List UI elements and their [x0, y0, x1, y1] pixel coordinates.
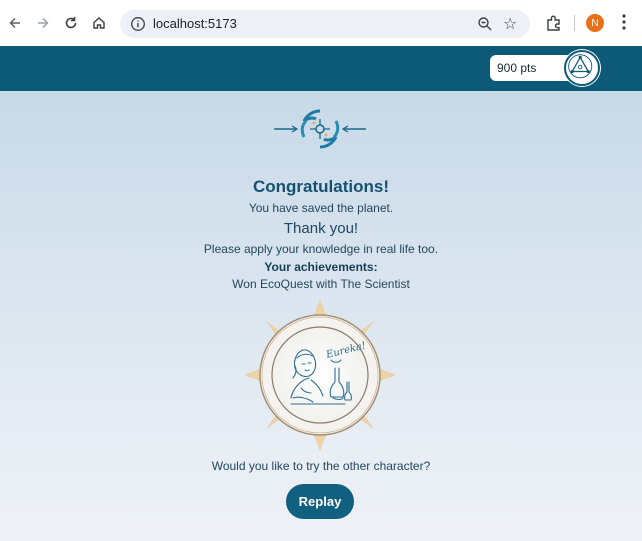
extensions-icon[interactable]	[545, 14, 563, 32]
back-arrow-icon[interactable]	[4, 12, 26, 34]
thank-you-text: Thank you!	[283, 220, 359, 237]
bookmark-star-icon[interactable]: ☆	[503, 14, 517, 34]
site-info-icon[interactable]	[130, 16, 146, 32]
triangle-logo-icon	[568, 54, 593, 79]
congratulations-title: Congratulations!	[253, 177, 389, 196]
toolbar-divider	[574, 15, 575, 31]
points-display: 900 pts	[490, 55, 574, 81]
scientist-badge: Eureka!	[245, 300, 395, 450]
apply-knowledge-text: Please apply your knowledge in real life…	[203, 242, 439, 256]
profile-avatar[interactable]: N	[586, 14, 604, 32]
home-icon[interactable]	[88, 12, 110, 34]
more-menu-icon[interactable]	[619, 12, 629, 32]
app-logo[interactable]	[564, 50, 600, 86]
replay-button[interactable]: Replay	[286, 484, 354, 519]
try-other-character-text: Would you like to try the other characte…	[211, 459, 431, 473]
compass-emblem-icon	[274, 109, 366, 149]
app-header: 900 pts	[0, 46, 642, 91]
url-text[interactable]: localhost:5173	[153, 16, 237, 31]
achievement-item: Won EcoQuest with The Scientist	[232, 277, 410, 291]
forward-arrow-icon[interactable]	[32, 12, 54, 34]
completion-screen: Congratulations! You have saved the plan…	[0, 91, 642, 541]
address-bar[interactable]: localhost:5173 ☆	[120, 10, 530, 38]
reload-icon[interactable]	[60, 12, 82, 34]
browser-toolbar: localhost:5173 ☆ N	[0, 0, 642, 46]
achievements-heading: Your achievements:	[264, 260, 378, 274]
saved-planet-text: You have saved the planet.	[248, 201, 394, 215]
zoom-icon[interactable]	[477, 16, 493, 32]
